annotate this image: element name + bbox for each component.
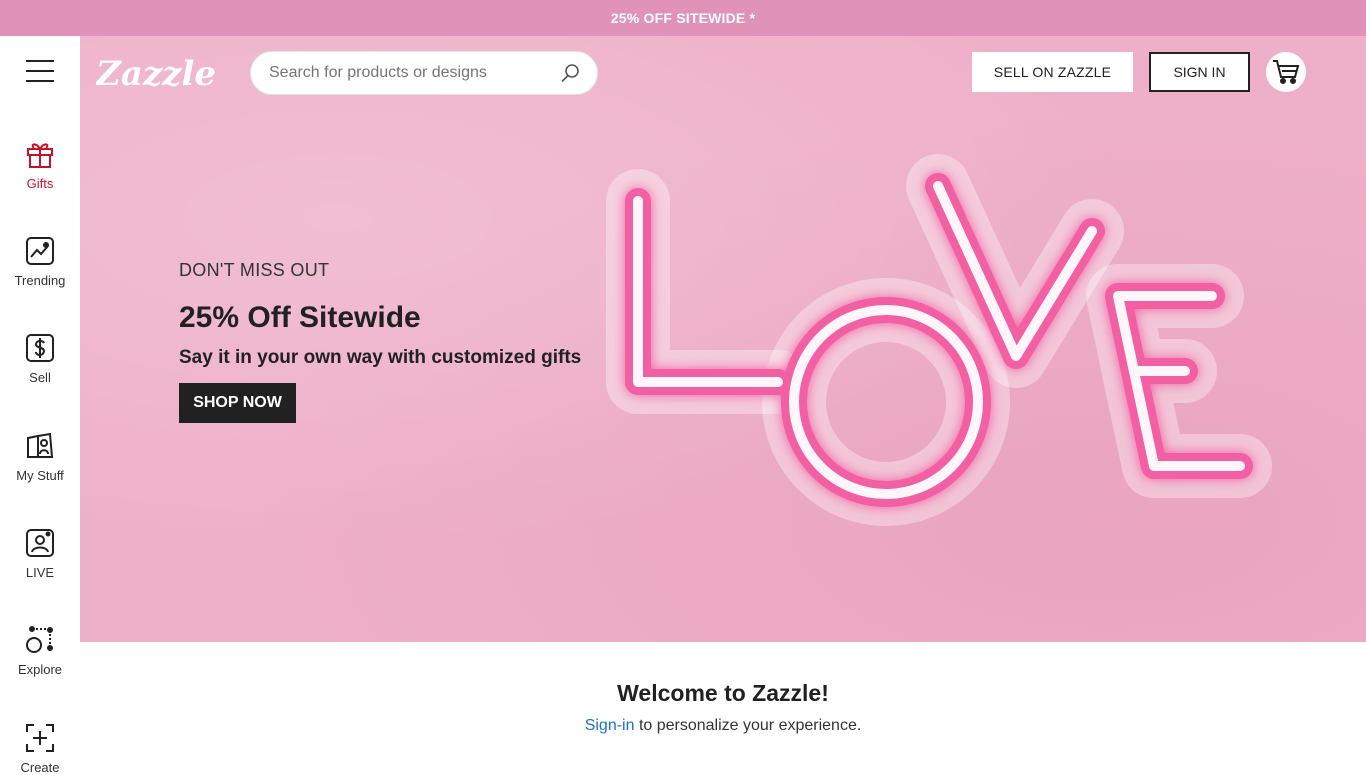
welcome-section: Welcome to Zazzle! Sign-in to personaliz… xyxy=(80,642,1366,768)
sidebar-item-label: LIVE xyxy=(25,565,55,580)
hero-headline: 25% Off Sitewide xyxy=(179,301,421,334)
dollar-icon xyxy=(26,334,54,362)
welcome-title: Welcome to Zazzle! xyxy=(617,680,829,706)
hero-subline: Say it in your own way with customized g… xyxy=(179,347,582,368)
shop-now-button[interactable]: SHOP NOW xyxy=(179,383,296,423)
trending-icon xyxy=(26,237,54,265)
sidebar: Gifts Trending Sell My Stuff LIVE Explor… xyxy=(0,36,80,775)
cart-icon xyxy=(1273,60,1300,84)
promo-text[interactable]: 25% OFF SITEWIDE * xyxy=(611,10,755,26)
welcome-message-text: to personalize your experience. xyxy=(634,717,862,734)
love-neon-art xyxy=(606,154,1272,526)
gift-icon xyxy=(27,143,53,168)
sign-in-button[interactable]: SIGN IN xyxy=(1149,52,1250,92)
sidebar-item-label: Explore xyxy=(17,662,63,677)
live-icon xyxy=(26,529,54,557)
cart-button[interactable] xyxy=(1266,52,1306,92)
promo-banner[interactable]: 25% OFF SITEWIDE * xyxy=(0,0,1366,36)
sidebar-item-label: My Stuff xyxy=(16,468,64,483)
hero-eyebrow: DON'T MISS OUT xyxy=(179,260,330,280)
sidebar-item-my-stuff[interactable]: My Stuff xyxy=(0,430,80,483)
explore-icon xyxy=(26,626,53,653)
search-bar[interactable] xyxy=(250,51,598,95)
sell-on-zazzle-button[interactable]: SELL ON ZAZZLE xyxy=(972,52,1133,92)
hero-text-block: DON'T MISS OUT 25% Off Sitewide Say it i… xyxy=(179,260,581,423)
sidebar-item-label: Sell xyxy=(29,370,51,385)
search-input[interactable] xyxy=(269,64,559,82)
sidebar-item-sell[interactable]: Sell xyxy=(0,332,80,385)
hero-banner[interactable]: Zazzle SELL ON ZAZZLE SIGN IN DON'T MISS… xyxy=(80,36,1366,642)
sidebar-item-gifts[interactable]: Gifts xyxy=(0,138,80,191)
sidebar-item-live[interactable]: LIVE xyxy=(0,527,80,580)
menu-icon[interactable] xyxy=(26,60,54,82)
welcome-message: Sign-in to personalize your experience. xyxy=(80,717,1366,735)
sidebar-item-label: Gifts xyxy=(26,176,54,191)
zazzle-logo[interactable]: Zazzle xyxy=(96,50,236,94)
create-icon xyxy=(26,724,54,752)
svg-text:Zazzle: Zazzle xyxy=(96,54,216,94)
sidebar-item-trending[interactable]: Trending xyxy=(0,235,80,288)
sidebar-item-label: Trending xyxy=(14,273,66,288)
sidebar-item-explore[interactable]: Explore xyxy=(0,624,80,677)
sign-in-link[interactable]: Sign-in xyxy=(585,717,635,734)
sidebar-item-create[interactable]: Create xyxy=(0,722,80,775)
search-icon[interactable] xyxy=(559,62,581,84)
my-stuff-icon xyxy=(27,432,54,458)
